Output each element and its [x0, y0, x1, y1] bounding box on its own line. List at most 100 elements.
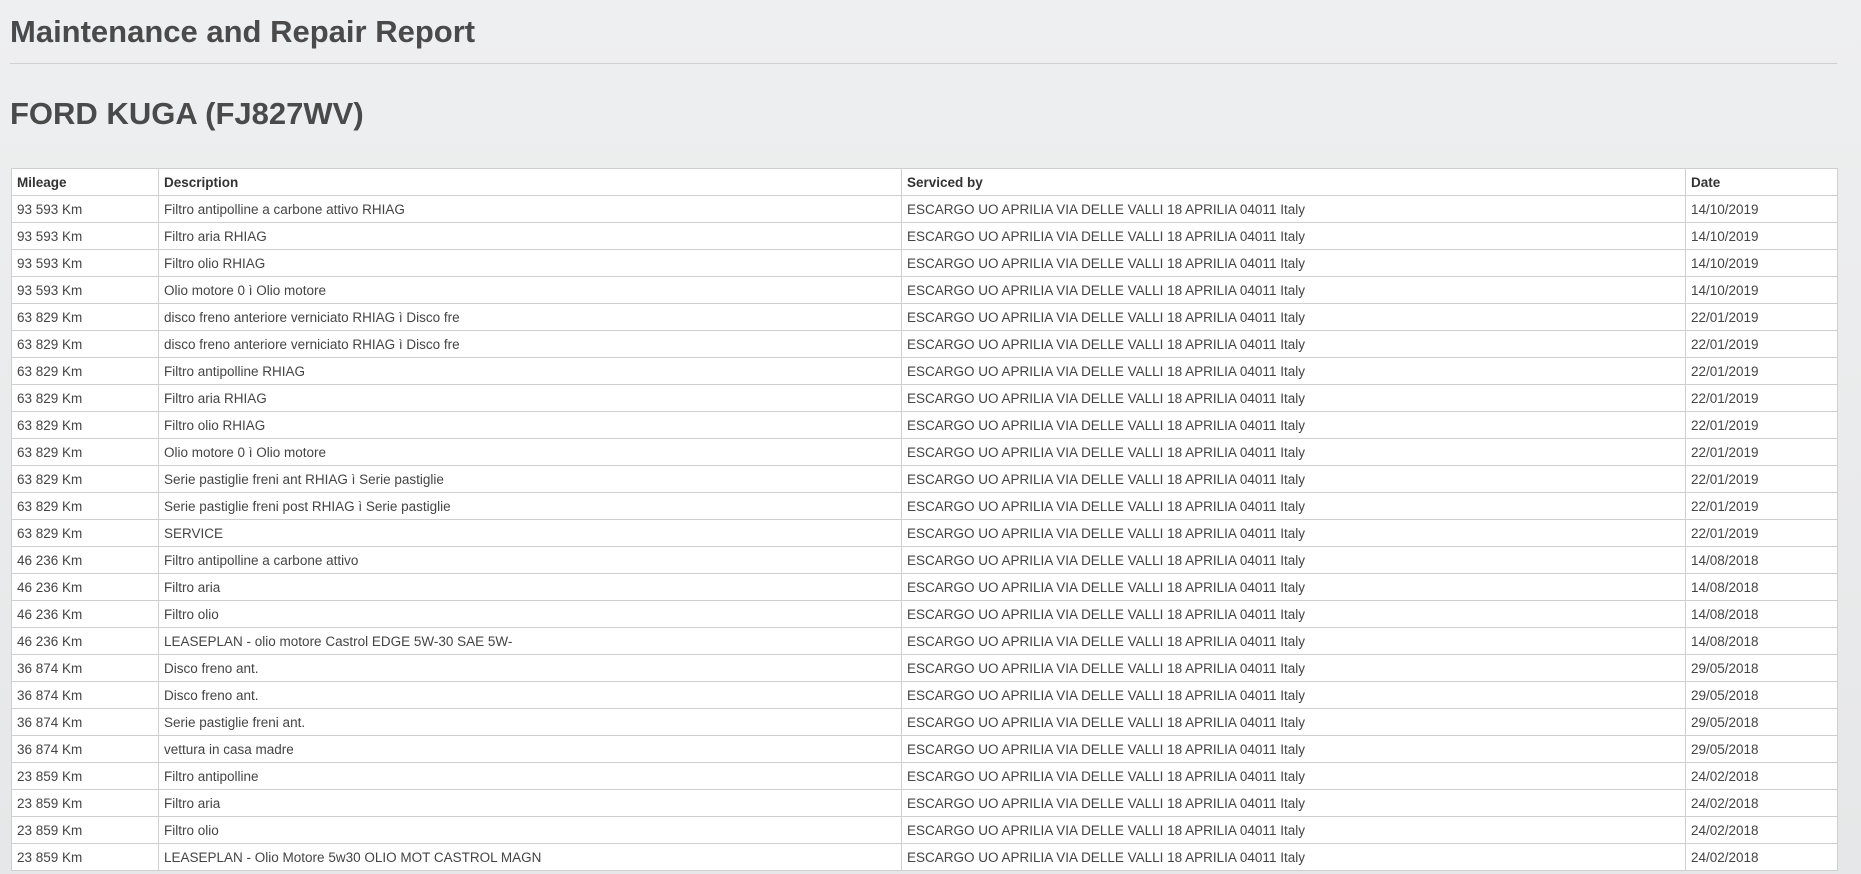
cell-date: 22/01/2019 [1685, 411, 1838, 439]
table-row: 23 859 Km Filtro aria ESCARGO UO APRILIA V… [11, 789, 1838, 817]
cell-mileage: 63 829 Km [11, 519, 159, 547]
cell-mileage: 23 859 Km [11, 762, 159, 790]
cell-description: Serie pastiglie freni ant. [158, 708, 902, 736]
cell-mileage: 93 593 Km [11, 222, 159, 250]
cell-date: 14/08/2018 [1685, 573, 1838, 601]
cell-description: Filtro olio RHIAG [158, 411, 902, 439]
cell-description: Filtro antipolline a carbone attivo RHIA… [158, 195, 902, 223]
cell-description: disco freno anteriore verniciato RHIAG ì… [158, 330, 902, 358]
cell-mileage: 46 236 Km [11, 546, 159, 574]
cell-date: 24/02/2018 [1685, 843, 1838, 871]
maintenance-table: Mileage Description Serviced by Date 93 … [11, 168, 1838, 871]
cell-date: 29/05/2018 [1685, 708, 1838, 736]
cell-mileage: 36 874 Km [11, 708, 159, 736]
cell-serviced-by: ESCARGO UO APRILIA VIA DELLE VALLI 18 AP… [901, 735, 1686, 763]
table-row: 63 829 Km disco freno anteriore verniciat… [11, 303, 1838, 331]
cell-serviced-by: ESCARGO UO APRILIA VIA DELLE VALLI 18 AP… [901, 249, 1686, 277]
cell-mileage: 46 236 Km [11, 573, 159, 601]
table-row: 63 829 Km Serie pastiglie freni post RHIA… [11, 492, 1838, 520]
report-page: Maintenance and Repair Report FORD KUGA … [0, 0, 1861, 874]
cell-date: 24/02/2018 [1685, 762, 1838, 790]
cell-serviced-by: ESCARGO UO APRILIA VIA DELLE VALLI 18 AP… [901, 762, 1686, 790]
cell-description: Serie pastiglie freni ant RHIAG ì Serie … [158, 465, 902, 493]
table-row: 36 874 Km vettura in casa madre ESCARGO UO… [11, 735, 1838, 763]
cell-description: Disco freno ant. [158, 681, 902, 709]
cell-mileage: 63 829 Km [11, 357, 159, 385]
title-divider [10, 63, 1837, 64]
cell-serviced-by: ESCARGO UO APRILIA VIA DELLE VALLI 18 AP… [901, 357, 1686, 385]
cell-date: 22/01/2019 [1685, 357, 1838, 385]
cell-date: 22/01/2019 [1685, 465, 1838, 493]
cell-mileage: 46 236 Km [11, 627, 159, 655]
table-row: 36 874 Km Disco freno ant. ESCARGO UO APRI… [11, 654, 1838, 682]
cell-mileage: 93 593 Km [11, 195, 159, 223]
table-row: 93 593 Km Filtro olio RHIAG ESCARGO UO APR… [11, 249, 1838, 277]
cell-description: Filtro antipolline RHIAG [158, 357, 902, 385]
table-row: 63 829 Km Serie pastiglie freni ant RHIAG… [11, 465, 1838, 493]
cell-mileage: 46 236 Km [11, 600, 159, 628]
cell-date: 22/01/2019 [1685, 492, 1838, 520]
cell-mileage: 63 829 Km [11, 411, 159, 439]
table-row: 63 829 Km Filtro antipolline RHIAG ESCARGO… [11, 357, 1838, 385]
cell-serviced-by: ESCARGO UO APRILIA VIA DELLE VALLI 18 AP… [901, 411, 1686, 439]
table-row: 63 829 Km disco freno anteriore verniciat… [11, 330, 1838, 358]
cell-mileage: 63 829 Km [11, 330, 159, 358]
cell-date: 14/08/2018 [1685, 600, 1838, 628]
cell-date: 22/01/2019 [1685, 303, 1838, 331]
cell-description: Filtro aria [158, 573, 902, 601]
cell-mileage: 23 859 Km [11, 789, 159, 817]
cell-serviced-by: ESCARGO UO APRILIA VIA DELLE VALLI 18 AP… [901, 627, 1686, 655]
vehicle-title: FORD KUGA (FJ827WV) [10, 96, 364, 131]
table-row: 93 593 Km Olio motore 0 ì Olio motore ESCA… [11, 276, 1838, 304]
cell-date: 29/05/2018 [1685, 681, 1838, 709]
cell-date: 22/01/2019 [1685, 330, 1838, 358]
cell-serviced-by: ESCARGO UO APRILIA VIA DELLE VALLI 18 AP… [901, 465, 1686, 493]
table-row: 93 593 Km Filtro antipolline a carbone at… [11, 195, 1838, 223]
cell-serviced-by: ESCARGO UO APRILIA VIA DELLE VALLI 18 AP… [901, 492, 1686, 520]
header-serviced-by: Serviced by [901, 168, 1686, 196]
header-mileage: Mileage [11, 168, 159, 196]
cell-serviced-by: ESCARGO UO APRILIA VIA DELLE VALLI 18 AP… [901, 816, 1686, 844]
cell-mileage: 23 859 Km [11, 816, 159, 844]
cell-mileage: 63 829 Km [11, 438, 159, 466]
cell-date: 22/01/2019 [1685, 519, 1838, 547]
table-row: 46 236 Km LEASEPLAN - olio motore Castrol… [11, 627, 1838, 655]
cell-date: 14/10/2019 [1685, 195, 1838, 223]
cell-mileage: 36 874 Km [11, 654, 159, 682]
table-row: 63 829 Km Olio motore 0 ì Olio motore ESCA… [11, 438, 1838, 466]
cell-description: LEASEPLAN - olio motore Castrol EDGE 5W-… [158, 627, 902, 655]
cell-mileage: 93 593 Km [11, 276, 159, 304]
cell-date: 14/08/2018 [1685, 627, 1838, 655]
cell-serviced-by: ESCARGO UO APRILIA VIA DELLE VALLI 18 AP… [901, 222, 1686, 250]
cell-description: Olio motore 0 ì Olio motore [158, 276, 902, 304]
cell-description: Disco freno ant. [158, 654, 902, 682]
table-row: 63 829 Km SERVICE ESCARGO UO APRILIA VIA D… [11, 519, 1838, 547]
cell-date: 14/10/2019 [1685, 222, 1838, 250]
table-row: 23 859 Km LEASEPLAN - Olio Motore 5w30 OL… [11, 843, 1838, 871]
cell-description: Filtro antipolline [158, 762, 902, 790]
table-header-row: Mileage Description Serviced by Date [11, 168, 1838, 196]
cell-serviced-by: ESCARGO UO APRILIA VIA DELLE VALLI 18 AP… [901, 843, 1686, 871]
cell-date: 14/10/2019 [1685, 249, 1838, 277]
cell-mileage: 63 829 Km [11, 303, 159, 331]
cell-date: 24/02/2018 [1685, 789, 1838, 817]
cell-serviced-by: ESCARGO UO APRILIA VIA DELLE VALLI 18 AP… [901, 519, 1686, 547]
cell-mileage: 63 829 Km [11, 492, 159, 520]
cell-serviced-by: ESCARGO UO APRILIA VIA DELLE VALLI 18 AP… [901, 546, 1686, 574]
cell-serviced-by: ESCARGO UO APRILIA VIA DELLE VALLI 18 AP… [901, 303, 1686, 331]
cell-date: 29/05/2018 [1685, 735, 1838, 763]
cell-mileage: 36 874 Km [11, 735, 159, 763]
cell-date: 22/01/2019 [1685, 438, 1838, 466]
report-title: Maintenance and Repair Report [10, 14, 476, 49]
cell-description: SERVICE [158, 519, 902, 547]
cell-date: 22/01/2019 [1685, 384, 1838, 412]
cell-mileage: 63 829 Km [11, 465, 159, 493]
cell-serviced-by: ESCARGO UO APRILIA VIA DELLE VALLI 18 AP… [901, 708, 1686, 736]
cell-serviced-by: ESCARGO UO APRILIA VIA DELLE VALLI 18 AP… [901, 789, 1686, 817]
cell-serviced-by: ESCARGO UO APRILIA VIA DELLE VALLI 18 AP… [901, 681, 1686, 709]
cell-serviced-by: ESCARGO UO APRILIA VIA DELLE VALLI 18 AP… [901, 384, 1686, 412]
cell-description: Filtro antipolline a carbone attivo [158, 546, 902, 574]
cell-serviced-by: ESCARGO UO APRILIA VIA DELLE VALLI 18 AP… [901, 438, 1686, 466]
cell-date: 29/05/2018 [1685, 654, 1838, 682]
cell-date: 14/08/2018 [1685, 546, 1838, 574]
